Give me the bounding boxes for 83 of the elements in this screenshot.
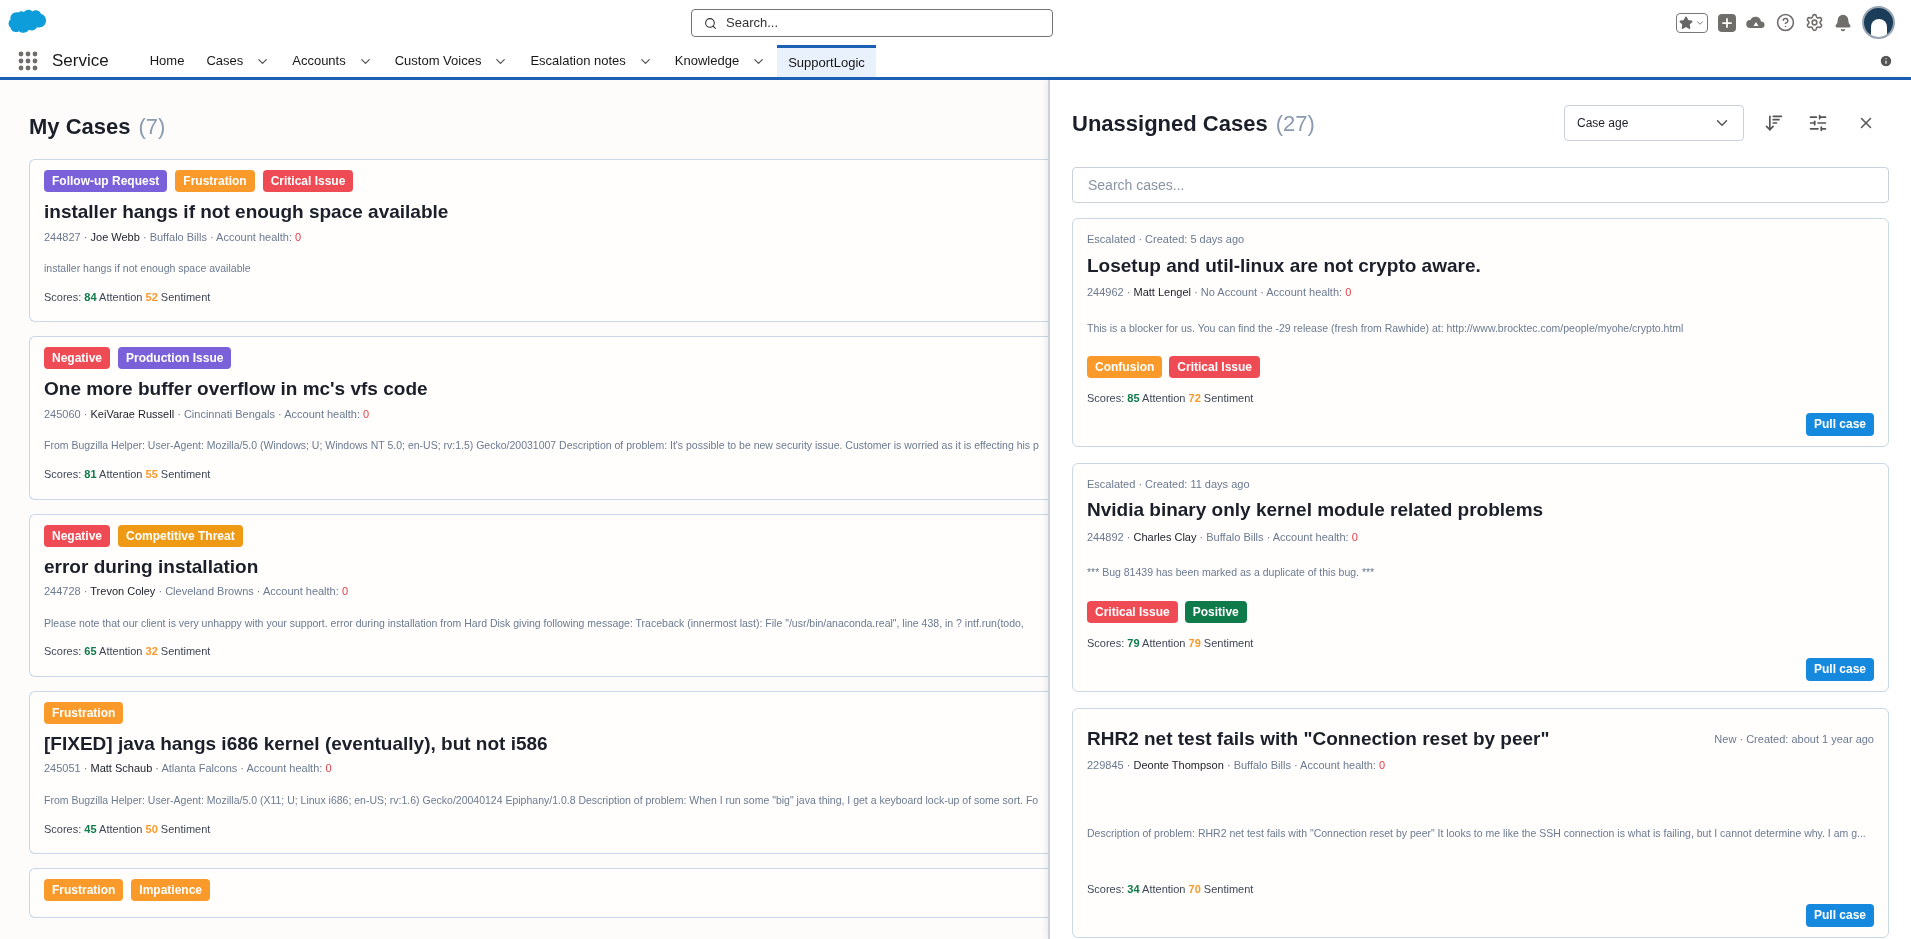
case-description: This is a blocker for us. You can find the -29 release (fresh from Rawhide) at: http://www.brocktec.com/people/myohe/crypto.html [1087,320,1685,336]
case-meta: 229845 · Deonte Thompson · Buffalo Bills · Account health: 0 [1087,758,1387,773]
case-status: Escalated · Created: 5 days ago [1087,232,1246,247]
settings-icon[interactable] [1805,13,1824,32]
user-avatar[interactable] [1862,6,1895,39]
tag-label: Frustration [44,879,124,901]
info-icon[interactable] [1879,54,1893,68]
scores-line: Scores: 81 Attention 55 Sentiment [44,467,212,482]
search-icon [704,16,717,30]
bell-icon[interactable] [1834,13,1852,32]
tag-label: Follow-up Request [44,170,168,192]
tag-label: Production Issue [118,347,232,370]
case-title: Losetup and util-linux are not crypto aware. [1087,253,1481,278]
plus-icon [1720,15,1734,30]
tag-label: Critical Issue [1087,601,1178,623]
case-card[interactable] [1072,218,1889,447]
nav-tab[interactable]: Custom Voices [383,45,520,77]
case-card[interactable] [1072,707,1889,938]
favorites-button[interactable] [1676,12,1708,33]
app-name: Service [52,50,109,73]
scores-line: Scores: 34 Attention 70 Sentiment [1087,882,1255,898]
case-title: error during installation [44,554,260,579]
case-meta: 245060 · KeiVarae Russell · Cincinnati Bengals · Account health: 0 [44,406,371,422]
scores-line: Scores: 79 Attention 79 Sentiment [1087,636,1255,651]
case-card[interactable] [29,336,1048,500]
tag-label: Competitive Threat [118,524,243,547]
nav-tab[interactable]: Accounts [281,45,384,77]
scores-line: Scores: 84 Attention 52 Sentiment [44,289,212,305]
app-launcher-icon[interactable] [18,51,38,71]
scores-line: Scores: 45 Attention 50 Sentiment [44,821,212,837]
tag-label: Impatience [131,879,211,901]
tag-label: Frustration [175,170,255,192]
section-title: My Cases [29,113,131,141]
tag-label: Critical Issue [1169,356,1261,379]
pull-case-button[interactable]: Pull case [1805,657,1874,681]
case-meta: 244728 · Trevon Coley · Cleveland Browns · Account health: 0 [44,584,349,599]
case-description: From Bugzilla Helper: User-Agent: Mozilla/5.0 (X11; U; Linux i686; en-US; rv:1.6) Gecko/20040124 Epiphany/1.0.8 Description of problem: When I run some "big" java thing, I get a keyboard lock-up of some sort. Fo [44,792,1040,808]
filter-icon[interactable] [1808,113,1828,133]
pull-case-button[interactable]: Pull case [1805,412,1874,436]
case-description: From Bugzilla Helper: User-Agent: Mozilla/5.0 (Windows; U; Windows NT 5.0; en-US; rv:1.5) Gecko/20031007 Description of problem: It's possible to be new security issue. Customer is worried as it is effecting his p [44,438,1040,454]
star-icon [1679,15,1693,30]
nav-tab[interactable]: SupportLogic [777,45,876,77]
nav-tab[interactable]: Escalation notes [519,45,664,77]
case-card[interactable] [1072,462,1889,692]
pull-case-button[interactable]: Pull case [1805,903,1874,927]
cloud-logo[interactable] [8,9,46,36]
scores-line: Scores: 65 Attention 32 Sentiment [44,644,212,660]
search-field[interactable]: Search... [691,8,1053,37]
case-title: [FIXED] java hangs i686 kernel (eventually), but not i586 [44,731,549,756]
case-title: Nvidia binary only kernel module related problems [1087,498,1544,523]
sort-dropdown[interactable]: Case age [1564,105,1744,141]
case-count: (27) [1275,109,1315,138]
tag-label: Positive [1184,601,1247,623]
case-title: One more buffer overflow in mc's vfs code [44,377,429,402]
tag-label: Frustration [44,701,124,724]
nav-tab[interactable]: Home [138,45,196,77]
case-title: RHR2 net test fails with "Connection reset by peer" [1087,726,1550,751]
nav-tab[interactable]: Knowledge [663,45,778,77]
help-icon[interactable] [1776,13,1795,32]
case-count: (7) [138,113,166,141]
case-meta: 244962 · Matt Lengel · No Account · Account health: 0 [1087,285,1353,300]
case-description: *** Bug 81439 has been marked as a duplicate of this bug. *** [1087,565,1376,581]
case-description: installer hangs if not enough space available [44,261,252,276]
tag-label: Negative [44,347,111,370]
tag-label: Confusion [1087,356,1163,379]
case-status: New · Created: about 1 year ago [1714,731,1874,747]
case-title: installer hangs if not enough space available [44,200,450,224]
scores-line: Scores: 85 Attention 72 Sentiment [1087,391,1255,407]
case-meta: 245051 · Matt Schaub · Atlanta Falcons · Account health: 0 [44,761,333,777]
case-description: Please note that our client is very unhappy with your support. error during installation from Hard Disk giving following message: Traceback (innermost last): File "/usr/bin/anaconda.real", line 438, in ? intf.run(todo, [44,615,1025,631]
panel-title: Unassigned Cases [1072,109,1268,138]
case-meta: 244892 · Charles Clay · Buffalo Bills · Account health: 0 [1087,529,1359,545]
case-status: Escalated · Created: 11 days ago [1087,476,1251,492]
case-card[interactable] [29,159,1048,323]
nav-tab[interactable]: Cases [195,45,282,77]
tag-label: Negative [44,524,111,547]
case-card[interactable] [29,513,1048,677]
case-meta: 244827 · Joe Webb · Buffalo Bills · Account health: 0 [44,229,303,245]
add-button[interactable] [1718,13,1736,32]
sort-icon[interactable] [1764,113,1784,133]
case-card[interactable] [29,690,1048,854]
tag-label: Critical Issue [262,170,354,192]
case-description: Description of problem: RHR2 net test fails with "Connection reset by peer" It looks to me like the SSH connection is what is failing, but I cannot determine why. I am g... [1087,825,1867,841]
